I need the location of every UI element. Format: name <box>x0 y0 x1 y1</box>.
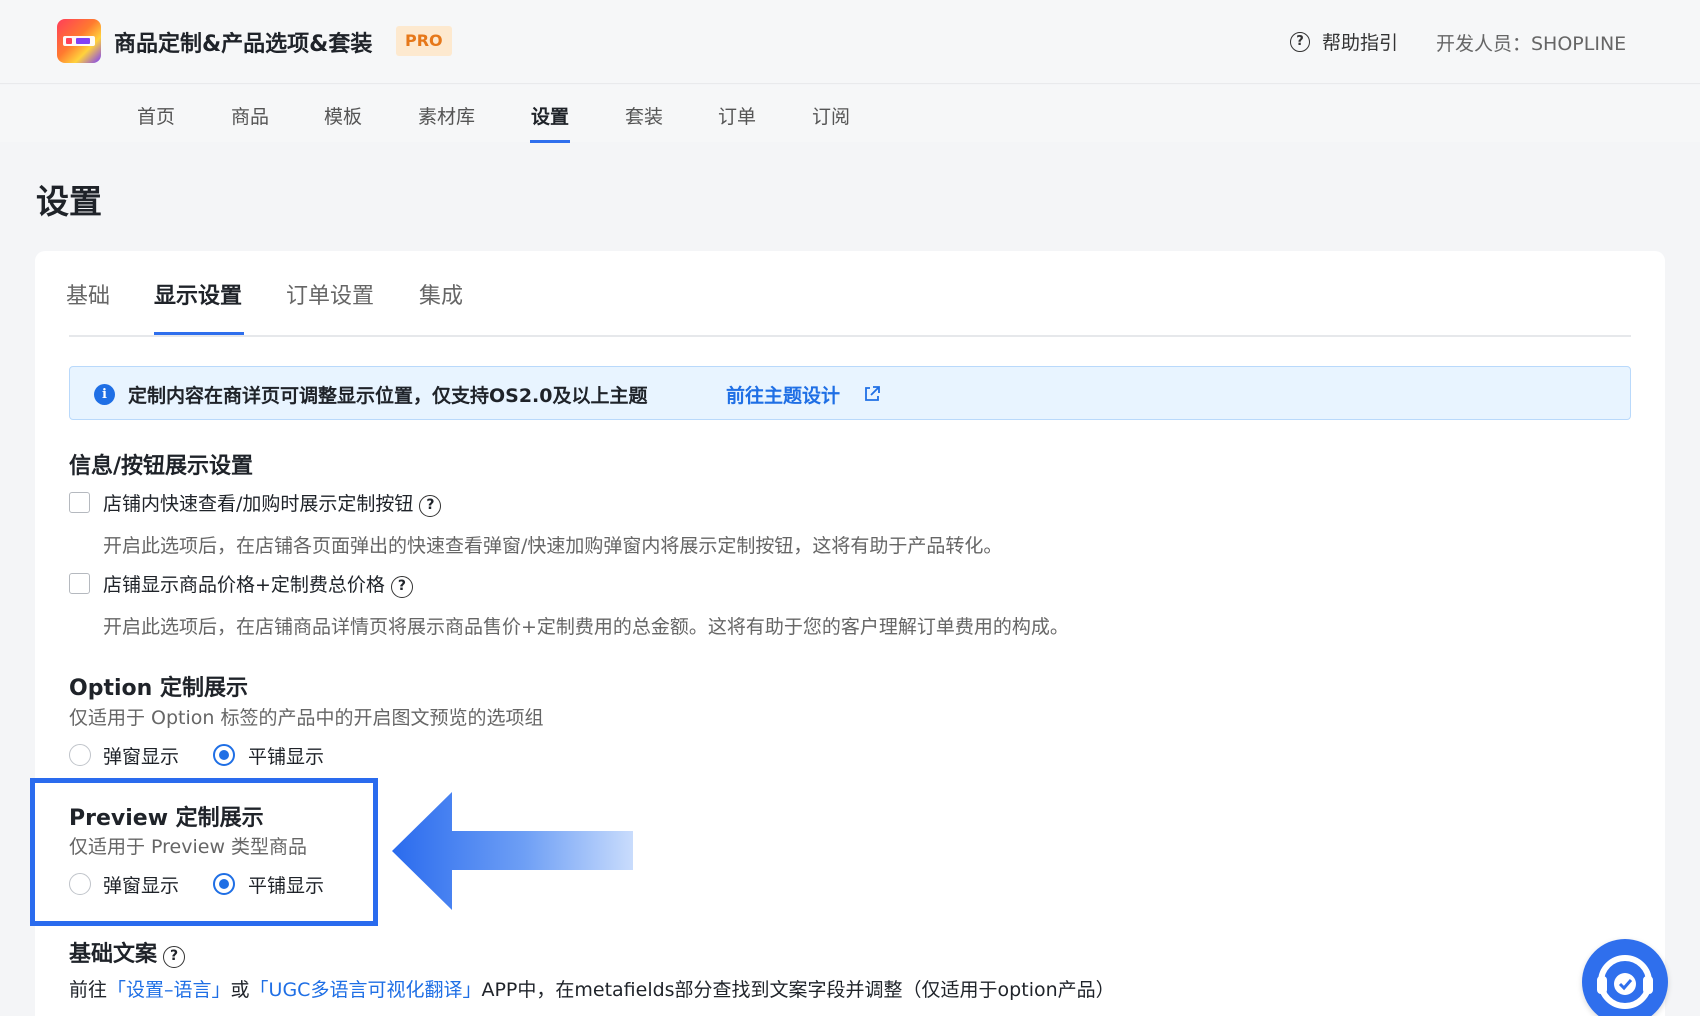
info-icon: i <box>94 384 115 405</box>
copy-prefix: 前往 <box>69 979 108 1001</box>
help-icon[interactable]: ? <box>419 495 442 517</box>
nav-active-indicator <box>530 140 570 143</box>
copy-mid: 或 <box>230 979 250 1001</box>
info-alert: i 定制内容在商详页可调整显示位置，仅支持OS2.0及以上主题 前往主题设计 <box>69 366 1631 420</box>
help-link[interactable]: ? 帮助指引 <box>1290 28 1398 55</box>
top-bar: 商品定制&产品选项&套装 PRO ? 帮助指引 开发人员：SHOPLINE <box>0 0 1700 84</box>
pro-badge: PRO <box>396 26 452 56</box>
nav-item-assets[interactable]: 素材库 <box>418 102 475 129</box>
preview-section-subtitle: 仅适用于 Preview 类型商品 <box>69 836 308 858</box>
option-popup-radio[interactable] <box>69 744 91 766</box>
tab-integrations[interactable]: 集成 <box>419 278 463 310</box>
tab-active-indicator <box>154 332 244 335</box>
headset-icon <box>1597 955 1653 1009</box>
external-link-icon[interactable] <box>862 384 882 404</box>
preview-tiled-label: 平铺显示 <box>248 875 325 897</box>
nav-item-settings[interactable]: 设置 <box>531 102 569 129</box>
quick-view-description: 开启此选项后，在店铺各页面弹出的快速查看弹窗/快速加购弹窗内将展示定制按钮，这将… <box>103 535 1003 557</box>
page-title: 设置 <box>36 182 102 221</box>
preview-section-title: Preview 定制展示 <box>69 806 264 831</box>
main-nav: 首页 商品 模板 素材库 设置 套装 订单 订阅 <box>0 85 1700 143</box>
copy-section-title-text: 基础文案 <box>69 942 158 967</box>
alert-message: 定制内容在商详页可调整显示位置，仅支持OS2.0及以上主题 <box>128 385 648 407</box>
option-section-subtitle: 仅适用于 Option 标签的产品中的开启图文预览的选项组 <box>69 707 544 729</box>
developer-label: 开发人员：SHOPLINE <box>1436 33 1627 55</box>
option-popup-label: 弹窗显示 <box>103 746 180 768</box>
nav-item-products[interactable]: 商品 <box>231 102 269 129</box>
support-chat-button[interactable] <box>1582 939 1668 1016</box>
copy-section-description: 前往「设置–语言」或「UGC多语言可视化翻译」APP中，在metafields部… <box>69 975 1115 1002</box>
nav-item-bundles[interactable]: 套装 <box>625 102 663 129</box>
quick-view-option: 店铺内快速查看/加购时展示定制按钮? <box>103 489 442 517</box>
option-tiled-radio[interactable] <box>213 744 235 766</box>
info-section-title: 信息/按钮展示设置 <box>69 454 254 479</box>
copy-section-title: 基础文案? <box>69 936 186 968</box>
nav-item-home[interactable]: 首页 <box>137 102 175 129</box>
preview-tiled-radio[interactable] <box>213 873 235 895</box>
help-icon[interactable]: ? <box>163 946 186 968</box>
tab-basic[interactable]: 基础 <box>66 278 110 310</box>
tab-order-settings[interactable]: 订单设置 <box>286 278 374 310</box>
language-settings-link[interactable]: 「设置–语言」 <box>107 979 231 1001</box>
quick-view-checkbox[interactable] <box>69 492 90 513</box>
help-label: 帮助指引 <box>1322 32 1399 54</box>
option-tiled-label: 平铺显示 <box>248 746 325 768</box>
tab-display-settings[interactable]: 显示设置 <box>154 278 242 310</box>
total-price-label: 店铺显示商品价格+定制费总价格 <box>103 574 385 596</box>
copy-suffix: APP中，在metafields部分查找到文案字段并调整（仅适用于option产… <box>481 979 1115 1001</box>
preview-popup-radio[interactable] <box>69 873 91 895</box>
tab-divider <box>69 335 1631 337</box>
total-price-description: 开启此选项后，在店铺商品详情页将展示商品售价+定制费用的总金额。这将有助于您的客… <box>103 616 1069 638</box>
help-icon: ? <box>1290 31 1310 52</box>
total-price-option: 店铺显示商品价格+定制费总价格? <box>103 570 413 598</box>
option-section-title: Option 定制展示 <box>69 676 248 701</box>
nav-item-templates[interactable]: 模板 <box>324 102 362 129</box>
total-price-checkbox[interactable] <box>69 573 90 594</box>
app-title: 商品定制&产品选项&套装 <box>114 32 373 57</box>
nav-item-subscription[interactable]: 订阅 <box>812 102 850 129</box>
quick-view-label: 店铺内快速查看/加购时展示定制按钮 <box>103 493 414 515</box>
theme-design-link[interactable]: 前往主题设计 <box>726 381 840 408</box>
ugc-translation-link[interactable]: 「UGC多语言可视化翻译」 <box>250 979 482 1001</box>
nav-item-orders[interactable]: 订单 <box>718 102 756 129</box>
help-icon[interactable]: ? <box>390 576 413 598</box>
preview-popup-label: 弹窗显示 <box>103 875 180 897</box>
annotation-arrow <box>392 792 633 910</box>
app-logo <box>57 19 101 63</box>
